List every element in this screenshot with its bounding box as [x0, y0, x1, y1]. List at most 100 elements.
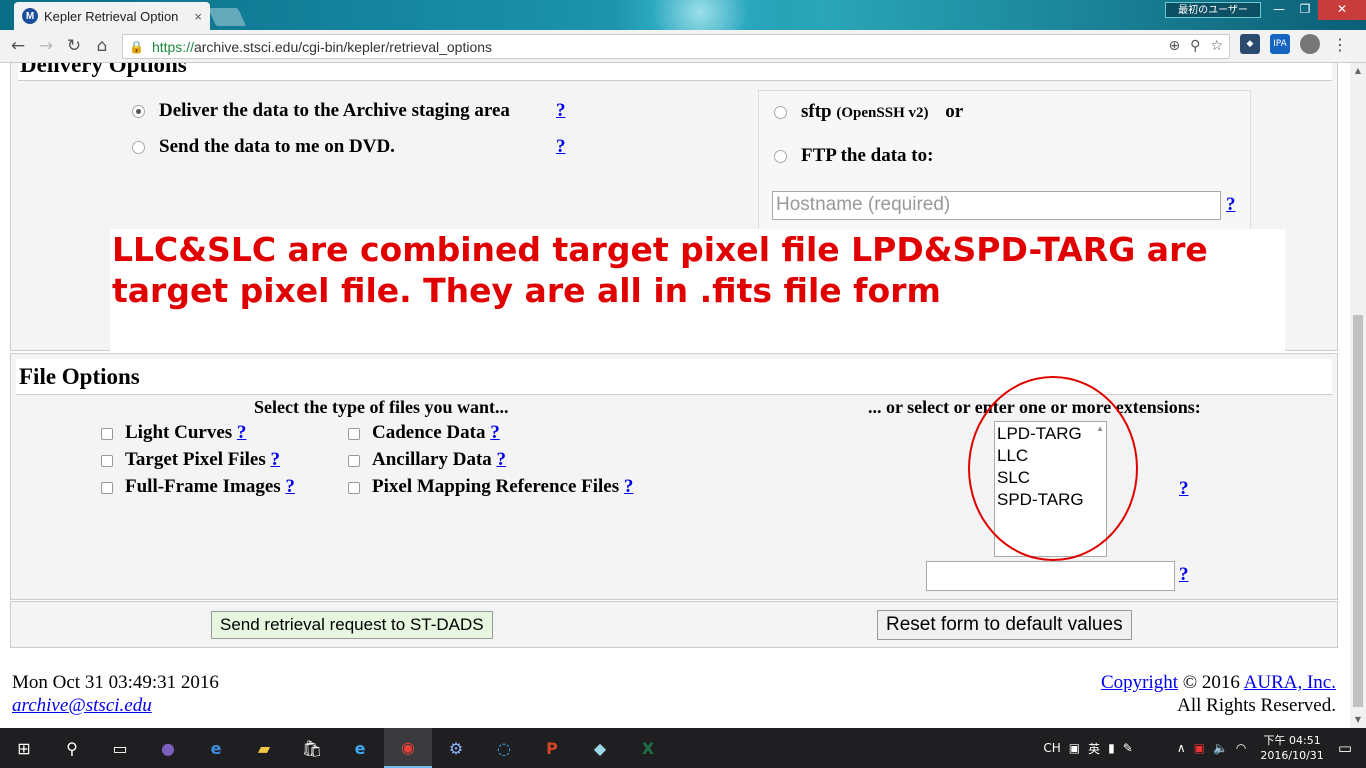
powerpoint-icon[interactable]: P — [528, 728, 576, 768]
extensions-help-link[interactable]: ? — [1179, 478, 1189, 500]
hostname-input[interactable]: Hostname (required) — [772, 191, 1221, 220]
ime-tools-icon[interactable]: ✎ — [1123, 741, 1133, 755]
cadence-help-link[interactable]: ? — [490, 422, 500, 443]
extension-dark-icon[interactable] — [1300, 34, 1320, 54]
ime-box-icon[interactable]: ▮ — [1108, 741, 1115, 755]
dvd-label: Send the data to me on DVD. — [159, 136, 395, 157]
submit-request-button[interactable]: Send retrieval request to ST-DADS — [211, 611, 493, 639]
menu-icon[interactable]: ⋮ — [1330, 34, 1350, 54]
theme-decoration — [580, 0, 780, 30]
address-bar[interactable]: 🔒 https:// archive.stsci.edu/cgi-bin/kep… — [122, 34, 1230, 59]
sftp-radio[interactable] — [774, 106, 787, 120]
light-curves-option[interactable]: Light Curves ? — [101, 422, 246, 444]
ancillary-option[interactable]: Ancillary Data ? — [348, 449, 506, 471]
target-pixel-option[interactable]: Target Pixel Files ? — [101, 449, 280, 471]
browser-titlebar: M Kepler Retrieval Option × 最初のユーザー — ❐ … — [0, 0, 1366, 30]
staging-option[interactable]: Deliver the data to the Archive staging … — [132, 100, 510, 122]
extension-input-help-link[interactable]: ? — [1179, 564, 1189, 586]
profile-button[interactable]: 最初のユーザー — [1165, 2, 1261, 18]
copyright-link[interactable]: Copyright — [1101, 672, 1178, 693]
staging-help-link[interactable]: ? — [556, 100, 566, 122]
notes-app-icon[interactable]: ◆ — [576, 728, 624, 768]
annotation-overlay: LLC&SLC are combined target pixel file L… — [110, 229, 1285, 354]
annotation-circle — [968, 376, 1138, 561]
target-pixel-checkbox[interactable] — [101, 454, 113, 467]
tray-expand-icon[interactable]: ∧ — [1177, 741, 1186, 755]
clock[interactable]: 下午 04:51 2016/10/31 — [1260, 733, 1323, 763]
close-window-icon[interactable]: ✕ — [1318, 0, 1366, 20]
extension-shield-icon[interactable]: ◆ — [1240, 34, 1260, 54]
ancillary-help-link[interactable]: ? — [497, 449, 507, 470]
volume-icon[interactable]: 🔈 — [1213, 741, 1228, 755]
task-view-icon[interactable]: ▭ — [96, 728, 144, 768]
eclipse-icon[interactable]: ● — [144, 728, 192, 768]
staging-label: Deliver the data to the Archive staging … — [159, 100, 510, 121]
scroll-down-icon[interactable]: ▼ — [1350, 712, 1366, 728]
pixel-mapping-checkbox[interactable] — [348, 481, 360, 494]
new-tab-button[interactable] — [207, 8, 247, 26]
aura-link[interactable]: AURA, Inc. — [1244, 672, 1336, 693]
edge-icon[interactable]: e — [192, 728, 240, 768]
delivery-options-title: Delivery Options — [18, 63, 1332, 81]
clock-date: 2016/10/31 — [1260, 749, 1324, 762]
extension-text-input[interactable] — [926, 561, 1175, 591]
browser-tab[interactable]: M Kepler Retrieval Option × — [14, 2, 210, 30]
network-app-icon[interactable]: ⚙ — [432, 728, 480, 768]
scroll-thumb[interactable] — [1353, 315, 1363, 707]
light-curves-help-link[interactable]: ? — [237, 422, 247, 443]
windows-taskbar: ⊞ ⚲ ▭ ● e ▰ 🛍 e ◉ ⚙ ◌ P ◆ X CH ▣ 英 ▮ ✎ ∧… — [0, 728, 1366, 768]
notifications-icon[interactable]: ▭ — [1338, 739, 1352, 757]
antivirus-icon[interactable]: ▣ — [1194, 741, 1205, 755]
page-date: Mon Oct 31 03:49:31 2016 — [12, 672, 219, 693]
minimize-icon[interactable]: — — [1266, 0, 1292, 20]
ime-mode-icon[interactable]: ▣ — [1069, 741, 1080, 755]
cadence-checkbox[interactable] — [348, 427, 360, 440]
reset-form-button[interactable]: Reset form to default values — [877, 610, 1132, 640]
ffi-help-link[interactable]: ? — [285, 476, 295, 497]
cadence-option[interactable]: Cadence Data ? — [348, 422, 500, 444]
pixel-mapping-option[interactable]: Pixel Mapping Reference Files ? — [348, 476, 633, 498]
sftp-option[interactable]: sftp (OpenSSH v2) or — [774, 101, 963, 123]
tab-close-icon[interactable]: × — [194, 9, 202, 24]
bookmark-star-icon[interactable]: ☆ — [1210, 38, 1223, 54]
ime-en-label[interactable]: 英 — [1088, 740, 1100, 757]
ipa-extension-icon[interactable]: IPA — [1270, 34, 1290, 54]
back-icon[interactable]: ← — [4, 36, 32, 56]
dvd-option[interactable]: Send the data to me on DVD. — [132, 136, 395, 158]
zoom-icon[interactable]: ⊕ — [1168, 38, 1180, 54]
home-icon[interactable]: ⌂ — [88, 36, 116, 56]
light-curves-label: Light Curves — [125, 422, 233, 443]
ffi-checkbox[interactable] — [101, 481, 113, 494]
dvd-help-link[interactable]: ? — [556, 136, 566, 158]
light-curves-checkbox[interactable] — [101, 427, 113, 440]
excel-icon[interactable]: X — [624, 728, 672, 768]
restore-icon[interactable]: ❐ — [1292, 0, 1318, 20]
copyright-text: © 2016 — [1178, 672, 1244, 693]
ftp-option[interactable]: FTP the data to: — [774, 145, 933, 167]
email-link[interactable]: archive@stsci.edu — [12, 695, 152, 716]
forward-icon[interactable]: → — [32, 36, 60, 56]
circle-app-icon[interactable]: ◌ — [480, 728, 528, 768]
ftp-radio[interactable] — [774, 150, 787, 164]
staging-radio[interactable] — [132, 105, 145, 119]
store-icon[interactable]: 🛍 — [288, 728, 336, 768]
dvd-radio[interactable] — [132, 141, 145, 155]
cadence-label: Cadence Data — [372, 422, 486, 443]
file-explorer-icon[interactable]: ▰ — [240, 728, 288, 768]
wifi-icon[interactable]: ◠ — [1236, 741, 1246, 755]
ie-icon[interactable]: e — [336, 728, 384, 768]
reload-icon[interactable]: ↻ — [60, 36, 88, 56]
pixel-mapping-help-link[interactable]: ? — [624, 476, 634, 497]
ancillary-checkbox[interactable] — [348, 454, 360, 467]
scroll-up-icon[interactable]: ▲ — [1350, 63, 1366, 79]
page-scrollbar[interactable]: ▲ ▼ — [1350, 63, 1366, 728]
ffi-option[interactable]: Full-Frame Images ? — [101, 476, 295, 498]
ime-ch-label[interactable]: CH — [1043, 741, 1060, 755]
file-types-heading: Select the type of files you want... — [254, 397, 509, 417]
chrome-icon[interactable]: ◉ — [384, 728, 432, 768]
pin-icon[interactable]: ⚲ — [1190, 38, 1200, 54]
hostname-help-link[interactable]: ? — [1226, 194, 1236, 216]
start-icon[interactable]: ⊞ — [0, 728, 48, 768]
target-pixel-help-link[interactable]: ? — [270, 449, 280, 470]
search-icon[interactable]: ⚲ — [48, 728, 96, 768]
